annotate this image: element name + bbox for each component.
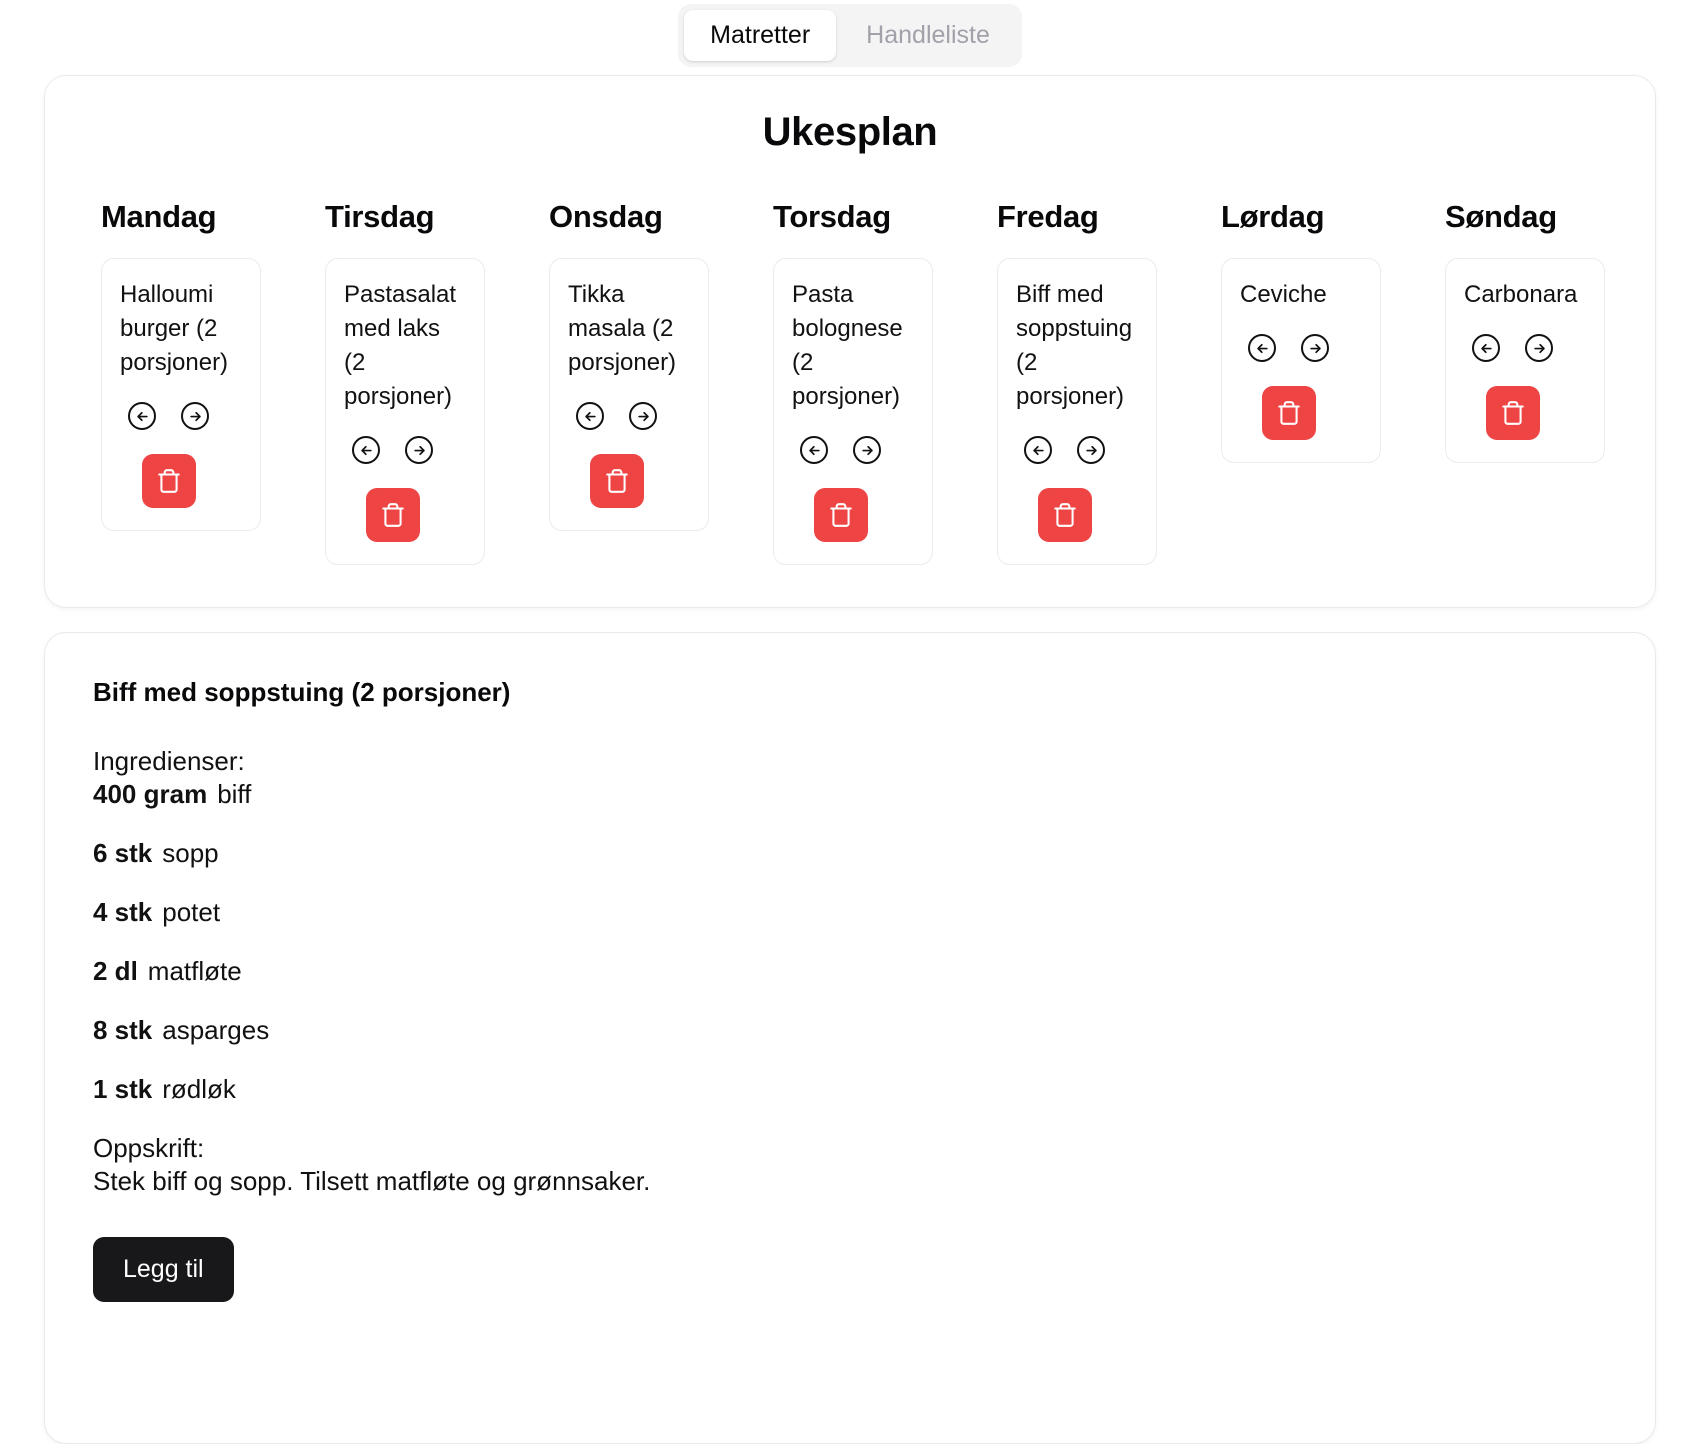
recipe-panel: Biff med soppstuing (2 porsjoner) Ingred… [44, 632, 1656, 1444]
arrow-right-circle-icon[interactable] [181, 402, 209, 431]
delete-meal-button[interactable] [814, 488, 868, 543]
arrow-left-circle-icon[interactable] [352, 436, 380, 465]
ingredient-name: rødløk [162, 1074, 236, 1105]
day-name-label: Fredag [997, 199, 1099, 234]
ingredient-row: 6 stk sopp [93, 838, 1607, 869]
ingredient-amount: 8 stk [93, 1015, 153, 1046]
day-name-label: Lørdag [1221, 199, 1325, 234]
meal-nav-row [1464, 334, 1553, 363]
meal-card[interactable]: Halloumi burger (2 porsjoner) [101, 258, 261, 532]
delete-meal-button[interactable] [1038, 488, 1092, 543]
ingredient-amount: 400 gram [93, 779, 208, 810]
arrow-right-circle-icon[interactable] [629, 402, 657, 431]
ingredients-list: 400 gram biff 6 stk sopp 4 stk potet 2 dl matfl… [93, 779, 1607, 1105]
arrow-left-circle-icon[interactable] [800, 436, 828, 465]
tab-matretter[interactable]: Matretter [684, 10, 837, 61]
delete-meal-button[interactable] [590, 454, 644, 509]
meal-nav-row [120, 402, 209, 431]
meal-nav-row [344, 436, 433, 465]
meal-card[interactable]: Biff med soppstuing (2 porsjoner) [997, 258, 1157, 566]
ingredient-row: 4 stk potet [93, 897, 1607, 928]
arrow-right-circle-icon[interactable] [1525, 334, 1553, 363]
arrow-right-circle-icon[interactable] [405, 436, 433, 465]
meal-name: Halloumi burger (2 porsjoner) [120, 281, 229, 377]
delete-meal-button[interactable] [1486, 386, 1540, 441]
meal-name: Biff med soppstuing (2 porsjoner) [1016, 281, 1133, 411]
day-name-label: Mandag [101, 199, 217, 234]
day-column-onsdag: Onsdag Tikka masala (2 porsjoner) [549, 199, 773, 565]
arrow-right-circle-icon[interactable] [853, 436, 881, 465]
ingredient-amount: 6 stk [93, 838, 153, 869]
ingredient-row: 400 gram biff [93, 779, 1607, 810]
ingredient-row: 1 stk rødløk [93, 1074, 1607, 1105]
meal-name: Tikka masala (2 porsjoner) [568, 281, 677, 377]
ingredient-row: 2 dl matfløte [93, 956, 1607, 987]
arrow-left-circle-icon[interactable] [1472, 334, 1500, 363]
meal-card[interactable]: Pastasalat med laks (2 porsjoner) [325, 258, 485, 566]
delete-meal-button[interactable] [1262, 386, 1316, 441]
trash-icon [604, 468, 630, 494]
meal-card[interactable]: Ceviche [1221, 258, 1381, 464]
ingredient-amount: 4 stk [93, 897, 153, 928]
add-button[interactable]: Legg til [93, 1237, 234, 1303]
ingredient-name: potet [162, 897, 221, 928]
day-column-fredag: Fredag Biff med soppstuing (2 porsjoner) [997, 199, 1221, 566]
ingredient-name: asparges [162, 1015, 270, 1046]
meal-card[interactable]: Pasta bolognese (2 porsjoner) [773, 258, 933, 566]
meal-name: Pasta bolognese (2 porsjoner) [792, 281, 903, 411]
trash-icon [1276, 400, 1302, 426]
trash-icon [156, 468, 182, 494]
ingredients-label: Ingredienser: [93, 746, 245, 777]
day-name-label: Torsdag [773, 199, 891, 234]
meal-nav-row [792, 436, 881, 465]
trash-icon [828, 502, 854, 528]
trash-icon [1052, 502, 1078, 528]
ingredient-name: biff [217, 779, 252, 810]
meal-name: Pastasalat med laks (2 porsjoner) [344, 281, 457, 411]
recipe-label: Oppskrift: [93, 1133, 205, 1164]
ingredient-amount: 1 stk [93, 1074, 153, 1105]
page-title: Ukesplan [762, 110, 938, 154]
day-column-torsdag: Torsdag Pasta bolognese (2 porsjoner) [773, 199, 997, 566]
day-name-label: Søndag [1445, 199, 1557, 234]
ingredient-amount: 2 dl [93, 956, 138, 987]
arrow-left-circle-icon[interactable] [1248, 334, 1276, 363]
app-root: Matretter Handleliste Ukesplan Mandag Hall… [0, 0, 1700, 1444]
trash-icon [380, 502, 406, 528]
arrow-left-circle-icon[interactable] [128, 402, 156, 431]
delete-meal-button[interactable] [142, 454, 196, 509]
days-row: Mandag Halloumi burger (2 porsjoner) Tirsd… [45, 199, 1655, 566]
day-name-label: Onsdag [549, 199, 663, 234]
meal-name: Ceviche [1240, 281, 1327, 308]
tab-handleliste[interactable]: Handleliste [840, 10, 1016, 61]
trash-icon [1500, 400, 1526, 426]
arrow-left-circle-icon[interactable] [576, 402, 604, 431]
meal-name: Carbonara [1464, 281, 1578, 308]
arrow-right-circle-icon[interactable] [1301, 334, 1329, 363]
ingredient-name: matfløte [147, 956, 242, 987]
day-column-søndag: Søndag Carbonara [1445, 199, 1669, 565]
meal-card[interactable]: Tikka masala (2 porsjoner) [549, 258, 709, 532]
day-column-tirsdag: Tirsdag Pastasalat med laks (2 porsjoner) [325, 199, 549, 566]
delete-meal-button[interactable] [366, 488, 420, 543]
tabbar-wrap: Matretter Handleliste [44, 0, 1656, 75]
meal-nav-row [1016, 436, 1105, 465]
meal-card[interactable]: Carbonara [1445, 258, 1605, 464]
day-name-label: Tirsdag [325, 199, 435, 234]
day-column-lørdag: Lørdag Ceviche [1221, 199, 1445, 565]
ingredient-row: 8 stk asparges [93, 1015, 1607, 1046]
recipe-steps: Stek biff og sopp. Tilsett matfløte og g… [93, 1166, 651, 1197]
meal-nav-row [1240, 334, 1329, 363]
arrow-left-circle-icon[interactable] [1024, 436, 1052, 465]
tabbar: Matretter Handleliste [678, 4, 1022, 67]
meal-nav-row [568, 402, 657, 431]
arrow-right-circle-icon[interactable] [1077, 436, 1105, 465]
day-column-mandag: Mandag Halloumi burger (2 porsjoner) [101, 199, 325, 565]
ingredient-name: sopp [162, 838, 219, 869]
recipe-title: Biff med soppstuing (2 porsjoner) [93, 677, 511, 708]
week-plan-panel: Ukesplan Mandag Halloumi burger (2 porsjo… [44, 75, 1656, 609]
